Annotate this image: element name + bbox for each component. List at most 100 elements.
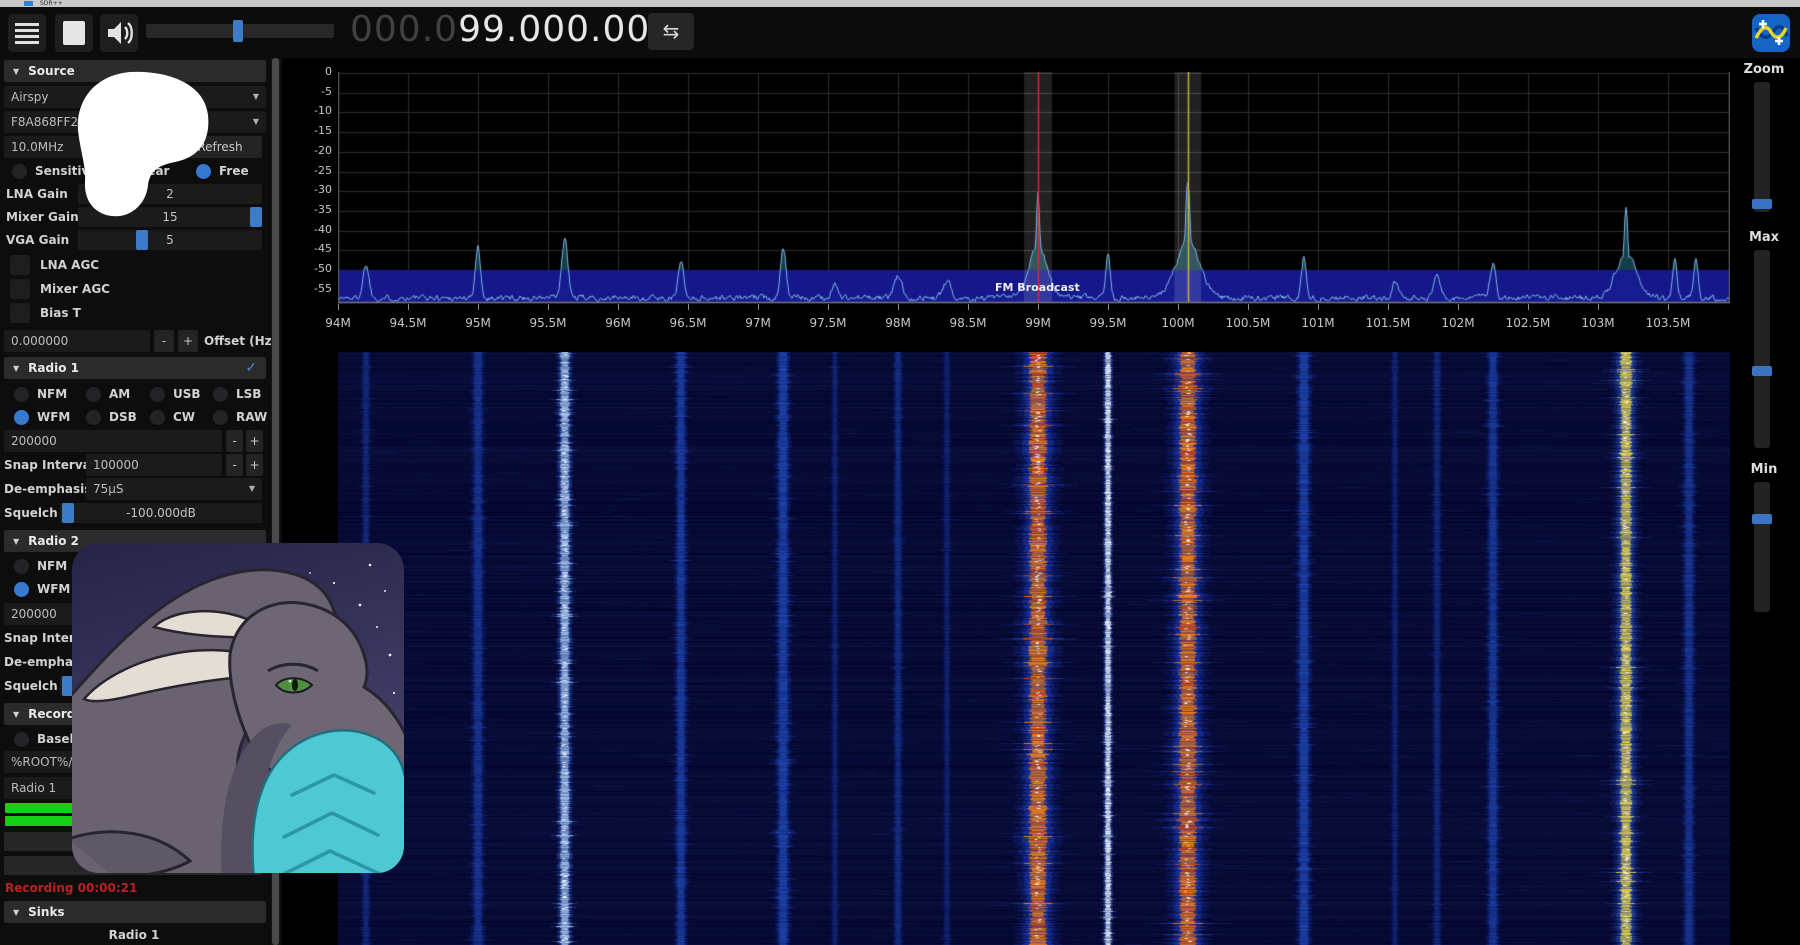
min-slider-label: Min — [1736, 462, 1792, 477]
collapse-icon: ▼ — [13, 358, 19, 380]
freq-axis-tick — [338, 304, 339, 310]
freq-axis-tick — [1038, 304, 1039, 310]
freq-axis-label: 98.5M — [940, 316, 996, 330]
lna-gain-label: LNA Gain — [6, 183, 68, 205]
squelch-handle[interactable] — [62, 503, 74, 523]
stop-button[interactable] — [55, 14, 93, 52]
bandwidth-value: 200000 — [11, 434, 57, 448]
waterfall-canvas[interactable] — [338, 352, 1730, 945]
mode-label: WFM — [37, 582, 70, 596]
vga-gain-slider[interactable]: 5 — [78, 230, 262, 250]
vga-gain-value: 5 — [166, 233, 174, 247]
radio1-squelch-slider[interactable]: -100.000dB — [60, 503, 262, 523]
offset-plus-button[interactable]: + — [178, 330, 198, 352]
window-title: SDR++ — [40, 0, 63, 7]
dropdown-icon: ▼ — [253, 86, 259, 108]
mixer-agc-checkbox[interactable]: Mixer AGC — [10, 278, 110, 300]
min-slider[interactable] — [1754, 482, 1770, 612]
freq-axis-label: 97.5M — [800, 316, 856, 330]
minus-icon: - — [162, 334, 166, 348]
offset-input[interactable]: 0.000000 — [4, 330, 150, 352]
radio-icon — [14, 732, 29, 747]
freq-axis-label: 95.5M — [520, 316, 576, 330]
radio1-bw-minus-button[interactable]: - — [226, 430, 243, 452]
db-axis-label: -10 — [288, 104, 332, 117]
radio1-mode-lsb[interactable]: LSB — [213, 384, 261, 404]
db-axis-label: -55 — [288, 282, 332, 295]
volume-slider-handle[interactable] — [233, 20, 243, 42]
radio1-bw-plus-button[interactable]: + — [246, 430, 263, 452]
zoom-slider-handle[interactable] — [1752, 199, 1772, 209]
radio1-snap-plus-button[interactable]: + — [246, 454, 263, 476]
zoom-slider[interactable] — [1754, 82, 1770, 212]
snap-value: 100000 — [93, 458, 139, 472]
radio2-mode-wfm[interactable]: WFM — [14, 579, 70, 599]
mode-label: NFM — [37, 387, 67, 401]
radio-icon — [86, 387, 101, 402]
freq-axis-label: 97M — [730, 316, 786, 330]
db-axis-label: -25 — [288, 164, 332, 177]
min-slider-handle[interactable] — [1752, 514, 1772, 524]
menu-button[interactable] — [8, 14, 46, 52]
radio1-mode-nfm[interactable]: NFM — [14, 384, 67, 404]
sinks-header-label: Sinks — [28, 905, 64, 919]
radio1-bandwidth-input[interactable]: 200000 — [4, 430, 222, 452]
mode-label: WFM — [37, 410, 70, 424]
freq-axis-tick — [1318, 304, 1319, 310]
radio2-mode-nfm[interactable]: NFM — [14, 556, 67, 576]
bandwidth-value: 200000 — [11, 607, 57, 621]
fm-broadcast-band-label: FM Broadcast — [995, 281, 1080, 294]
mode-label: USB — [173, 387, 201, 401]
offset-minus-button[interactable]: - — [154, 330, 174, 352]
freq-axis-tick — [1248, 304, 1249, 310]
radio1-mode-raw[interactable]: RAW — [213, 407, 267, 427]
plus-icon: + — [249, 434, 259, 448]
max-slider[interactable] — [1754, 250, 1770, 448]
db-axis-label: -15 — [288, 124, 332, 137]
radio1-snap-input[interactable]: 100000 — [86, 454, 222, 476]
freq-axis-label: 101M — [1290, 316, 1346, 330]
max-slider-handle[interactable] — [1752, 366, 1772, 376]
radio1-enabled-check-icon[interactable]: ✓ — [245, 357, 257, 379]
minus-icon: - — [232, 434, 236, 448]
freq-axis-tick — [758, 304, 759, 310]
collapse-icon: ▼ — [13, 531, 19, 553]
lna-agc-checkbox[interactable]: LNA AGC — [10, 254, 99, 276]
radio1-mode-usb[interactable]: USB — [150, 384, 201, 404]
volume-mute-button[interactable] — [100, 14, 138, 52]
record-header-label: Record — [28, 707, 75, 721]
db-axis-label: -20 — [288, 144, 332, 157]
mixer-gain-handle[interactable] — [250, 207, 262, 227]
radio1-mode-am[interactable]: AM — [86, 384, 130, 404]
speaker-icon — [100, 14, 138, 52]
sdrpp-logo-icon — [1752, 14, 1790, 52]
freq-axis-tick — [828, 304, 829, 310]
freq-axis-tick — [548, 304, 549, 310]
offset-label: Offset (Hz) — [204, 330, 277, 352]
checkbox-label: Bias T — [40, 306, 81, 320]
radio1-panel-header[interactable]: ▼Radio 1✓ — [4, 357, 266, 379]
vfo-swap-button[interactable]: ⇆ — [648, 13, 694, 50]
frequency-display[interactable]: 000.099.000.000 — [350, 10, 674, 50]
radio1-mode-dsb[interactable]: DSB — [86, 407, 137, 427]
sinks-panel-header[interactable]: ▼Sinks — [4, 901, 266, 923]
collapse-icon: ▼ — [13, 704, 19, 726]
bias-t-checkbox[interactable]: Bias T — [10, 302, 81, 324]
freq-axis-label: 100M — [1150, 316, 1206, 330]
radio1-mode-wfm[interactable]: WFM — [14, 407, 70, 427]
db-axis-label: -45 — [288, 242, 332, 255]
db-axis-label: -35 — [288, 203, 332, 216]
checkbox-icon — [10, 255, 30, 275]
plus-icon: + — [183, 334, 193, 348]
freq-axis-tick — [478, 304, 479, 310]
radio1-deemphasis-label: De-emphasis — [4, 478, 91, 500]
vga-gain-handle[interactable] — [136, 230, 148, 250]
checkbox-label: Mixer AGC — [40, 282, 110, 296]
freq-axis-tick — [1178, 304, 1179, 310]
spectrum-canvas[interactable] — [338, 72, 1730, 304]
radio1-deemphasis-dropdown[interactable]: 75µS▼ — [86, 478, 262, 500]
radio1-snap-minus-button[interactable]: - — [226, 454, 243, 476]
sdrpp-window: SDR++ 000.099.000.000 ⇆ ▼Source Airspy▼ … — [0, 0, 1800, 945]
radio1-mode-cw[interactable]: CW — [150, 407, 195, 427]
radio1-snap-label: Snap Interval — [4, 454, 95, 476]
